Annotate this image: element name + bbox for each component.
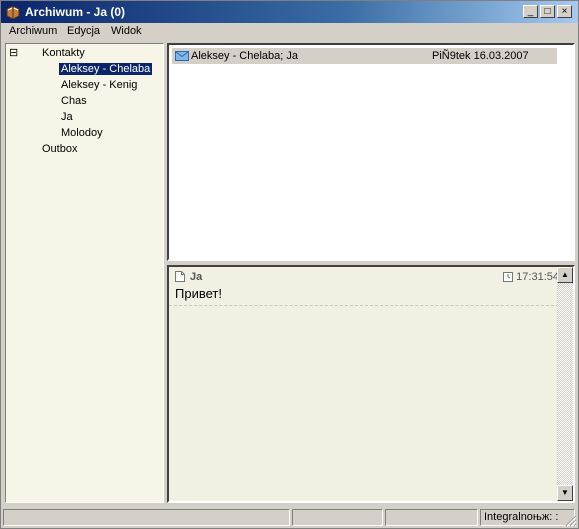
message-date: PiÑ9tek 16.03.2007 [432,50,529,62]
tree-item-molodoy[interactable]: Molodoy [61,127,103,139]
message-list: Aleksey - Chelaba; Ja PiÑ9tek 16.03.2007 [167,43,575,261]
scroll-down-button[interactable]: ▼ [557,485,573,501]
status-panel-3 [385,509,478,526]
envelope-icon [175,51,189,61]
window-title: Archiwum - Ja (0) [25,5,126,19]
chat-message: Привет! [175,286,222,301]
tree-item-ja[interactable]: Ja [61,111,73,123]
message-row[interactable]: Aleksey - Chelaba; Ja PiÑ9tek 16.03.2007 [172,48,557,64]
maximize-icon: □ [544,6,551,17]
arrow-up-icon: ▲ [561,270,569,279]
chat-sender: Ja [190,271,203,283]
tree-item-outbox[interactable]: Outbox [42,143,77,155]
menu-bar: Archiwum Edycja Widok [1,23,578,41]
collapse-icon[interactable]: ⊟ [9,46,18,59]
status-bar: Integralnoњж: : [1,507,578,528]
archive-window: Archiwum - Ja (0) _ □ × Archiwum Edycja … [0,0,579,529]
tree-item-aleksey-chelaba[interactable]: Aleksey - Chelaba [59,63,153,75]
message-participants: Aleksey - Chelaba; Ja [191,50,298,62]
clock-icon [503,272,514,282]
message-separator [169,305,559,306]
conversation-view: Ja 17:31:54 Привет! ▲ ▼ [167,265,575,503]
menu-edycja[interactable]: Edycja [67,25,100,37]
tree-item-kontakty[interactable]: Kontakty [42,47,85,59]
contacts-tree: ⊟ Kontakty Aleksey - Chelaba Aleksey - K… [5,43,164,503]
archive-book-icon [6,5,20,20]
status-panel-2 [292,509,383,526]
maximize-button[interactable]: □ [540,5,555,18]
tree-item-aleksey-kenig[interactable]: Aleksey - Kenig [61,79,137,91]
status-panel-1 [3,509,290,526]
menu-archiwum[interactable]: Archiwum [9,25,57,37]
chat-timestamp: 17:31:54 [503,271,559,283]
menu-widok[interactable]: Widok [111,25,142,37]
minimize-icon: _ [527,6,534,17]
resize-grip-icon[interactable] [565,515,577,527]
close-icon: × [561,6,568,17]
title-bar[interactable]: Archiwum - Ja (0) _ □ × [1,1,578,23]
document-icon [175,271,185,282]
minimize-button[interactable]: _ [523,5,538,18]
close-button[interactable]: × [557,5,572,18]
status-integrity: Integralnoњж: : [480,509,575,526]
vertical-scrollbar[interactable]: ▲ ▼ [557,267,573,501]
scroll-up-button[interactable]: ▲ [557,267,573,283]
chat-header: Ja 17:31:54 [175,270,559,284]
arrow-down-icon: ▼ [561,488,569,497]
chat-time-text: 17:31:54 [516,271,559,283]
tree-item-chas[interactable]: Chas [61,95,87,107]
